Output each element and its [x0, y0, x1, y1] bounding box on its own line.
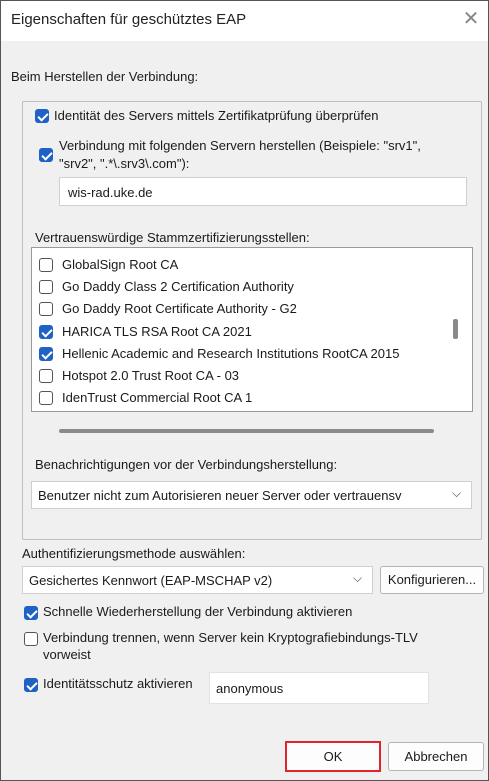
identity-input-value: anonymous [216, 681, 284, 696]
auth-heading: Authentifizierungsmethode auswählen: [22, 546, 246, 561]
ca-list-item[interactable]: IdenTrust Commercial Root CA 1 [32, 387, 452, 409]
ca-item-label: IdenTrust Commercial Root CA 1 [62, 390, 253, 406]
disconnect-label-line2: vorweist [43, 647, 91, 662]
auth-method-value: Gesichertes Kennwort (EAP-MSCHAP v2) [29, 573, 273, 588]
servers-label-line2: "srv2", ".*\.srv3\.com"): [59, 156, 190, 171]
connect-heading: Beim Herstellen der Verbindung: [11, 69, 199, 84]
ca-heading: Vertrauenswürdige Stammzertifizierungsst… [35, 230, 310, 245]
auth-method-dropdown[interactable]: Gesichertes Kennwort (EAP-MSCHAP v2) ⌵ [22, 566, 373, 594]
ca-list-item[interactable]: GlobalSign Root CA [32, 254, 452, 276]
title-bar: Eigenschaften für geschütztes EAP ✕ [1, 1, 488, 41]
ca-list-item[interactable]: Go Daddy Class 2 Certification Authority [32, 276, 452, 298]
fast-reconnect-label: Schnelle Wiederherstellung der Verbindun… [43, 604, 353, 619]
ca-list-item[interactable]: HARICA TLS RSA Root CA 2021 [32, 321, 452, 343]
identity-protection-label: Identitätsschutz aktivieren [43, 676, 193, 691]
servers-checkbox[interactable] [39, 148, 53, 162]
dialog-title: Eigenschaften für geschütztes EAP [11, 11, 247, 28]
disconnect-label-line1: Verbindung trennen, wenn Server kein Kry… [43, 630, 418, 645]
servers-input-value: wis-rad.uke.de [68, 185, 153, 200]
ca-list-item[interactable]: Go Daddy Root Certificate Authority - G2 [32, 298, 452, 320]
close-icon[interactable]: ✕ [459, 7, 483, 31]
ca-item-label: Hotspot 2.0 Trust Root CA - 03 [62, 368, 240, 383]
verify-server-label: Identität des Servers mittels Zertifikat… [54, 108, 379, 123]
ca-list-horizontal-scrollbar[interactable] [59, 429, 434, 433]
ok-button-label: OK [323, 749, 343, 764]
identity-input[interactable]: anonymous [209, 672, 429, 704]
ca-list-vertical-scrollbar[interactable] [453, 319, 458, 339]
chevron-down-icon: ⌵ [452, 486, 462, 500]
ca-list-item[interactable]: ISRG Root X1 [32, 409, 452, 411]
ok-button[interactable]: OK [285, 741, 381, 772]
ca-item-checkbox[interactable] [39, 280, 53, 295]
disconnect-checkbox[interactable] [24, 632, 38, 646]
servers-label-line1: Verbindung mit folgenden Servern herstel… [59, 138, 421, 153]
ca-item-label: Hellenic Academic and Research Instituti… [62, 345, 400, 361]
ca-list-item[interactable]: Hellenic Academic and Research Instituti… [32, 343, 452, 365]
verify-server-checkbox[interactable] [35, 109, 49, 123]
ca-item-label: Go Daddy Root Certificate Authority - G2 [62, 301, 297, 317]
ca-list-item[interactable]: Hotspot 2.0 Trust Root CA - 03 [32, 365, 452, 387]
ca-item-checkbox[interactable] [39, 346, 53, 361]
dialog-window: Eigenschaften für geschütztes EAP ✕ Beim… [0, 0, 489, 781]
fast-reconnect-checkbox[interactable] [24, 606, 38, 620]
servers-input[interactable]: wis-rad.uke.de [59, 177, 467, 206]
configure-button-label: Konfigurieren... [387, 572, 477, 587]
notify-heading: Benachrichtigungen vor der Verbindungshe… [35, 457, 338, 472]
ca-item-label: HARICA TLS RSA Root CA 2021 [62, 323, 252, 339]
ca-item-checkbox[interactable] [39, 302, 53, 317]
cancel-button[interactable]: Abbrechen [388, 742, 484, 771]
notify-dropdown-value: Benutzer nicht zum Autorisieren neuer Se… [38, 488, 402, 503]
chevron-down-icon: ⌵ [353, 571, 363, 585]
ca-item-checkbox[interactable] [39, 324, 53, 339]
cancel-button-label: Abbrechen [404, 749, 468, 764]
ca-item-checkbox[interactable] [39, 258, 53, 272]
ca-item-label: GlobalSign Root CA [62, 257, 179, 272]
ca-item-label: Go Daddy Class 2 Certification Authority [62, 279, 294, 295]
ca-item-checkbox[interactable] [39, 391, 53, 406]
notify-dropdown[interactable]: Benutzer nicht zum Autorisieren neuer Se… [31, 481, 472, 509]
configure-button[interactable]: Konfigurieren... [380, 566, 484, 594]
identity-protection-checkbox[interactable] [24, 678, 38, 692]
ca-item-checkbox[interactable] [39, 369, 53, 383]
ca-list[interactable]: GlobalSign Root CA Go Daddy Class 2 Certi… [31, 247, 473, 412]
